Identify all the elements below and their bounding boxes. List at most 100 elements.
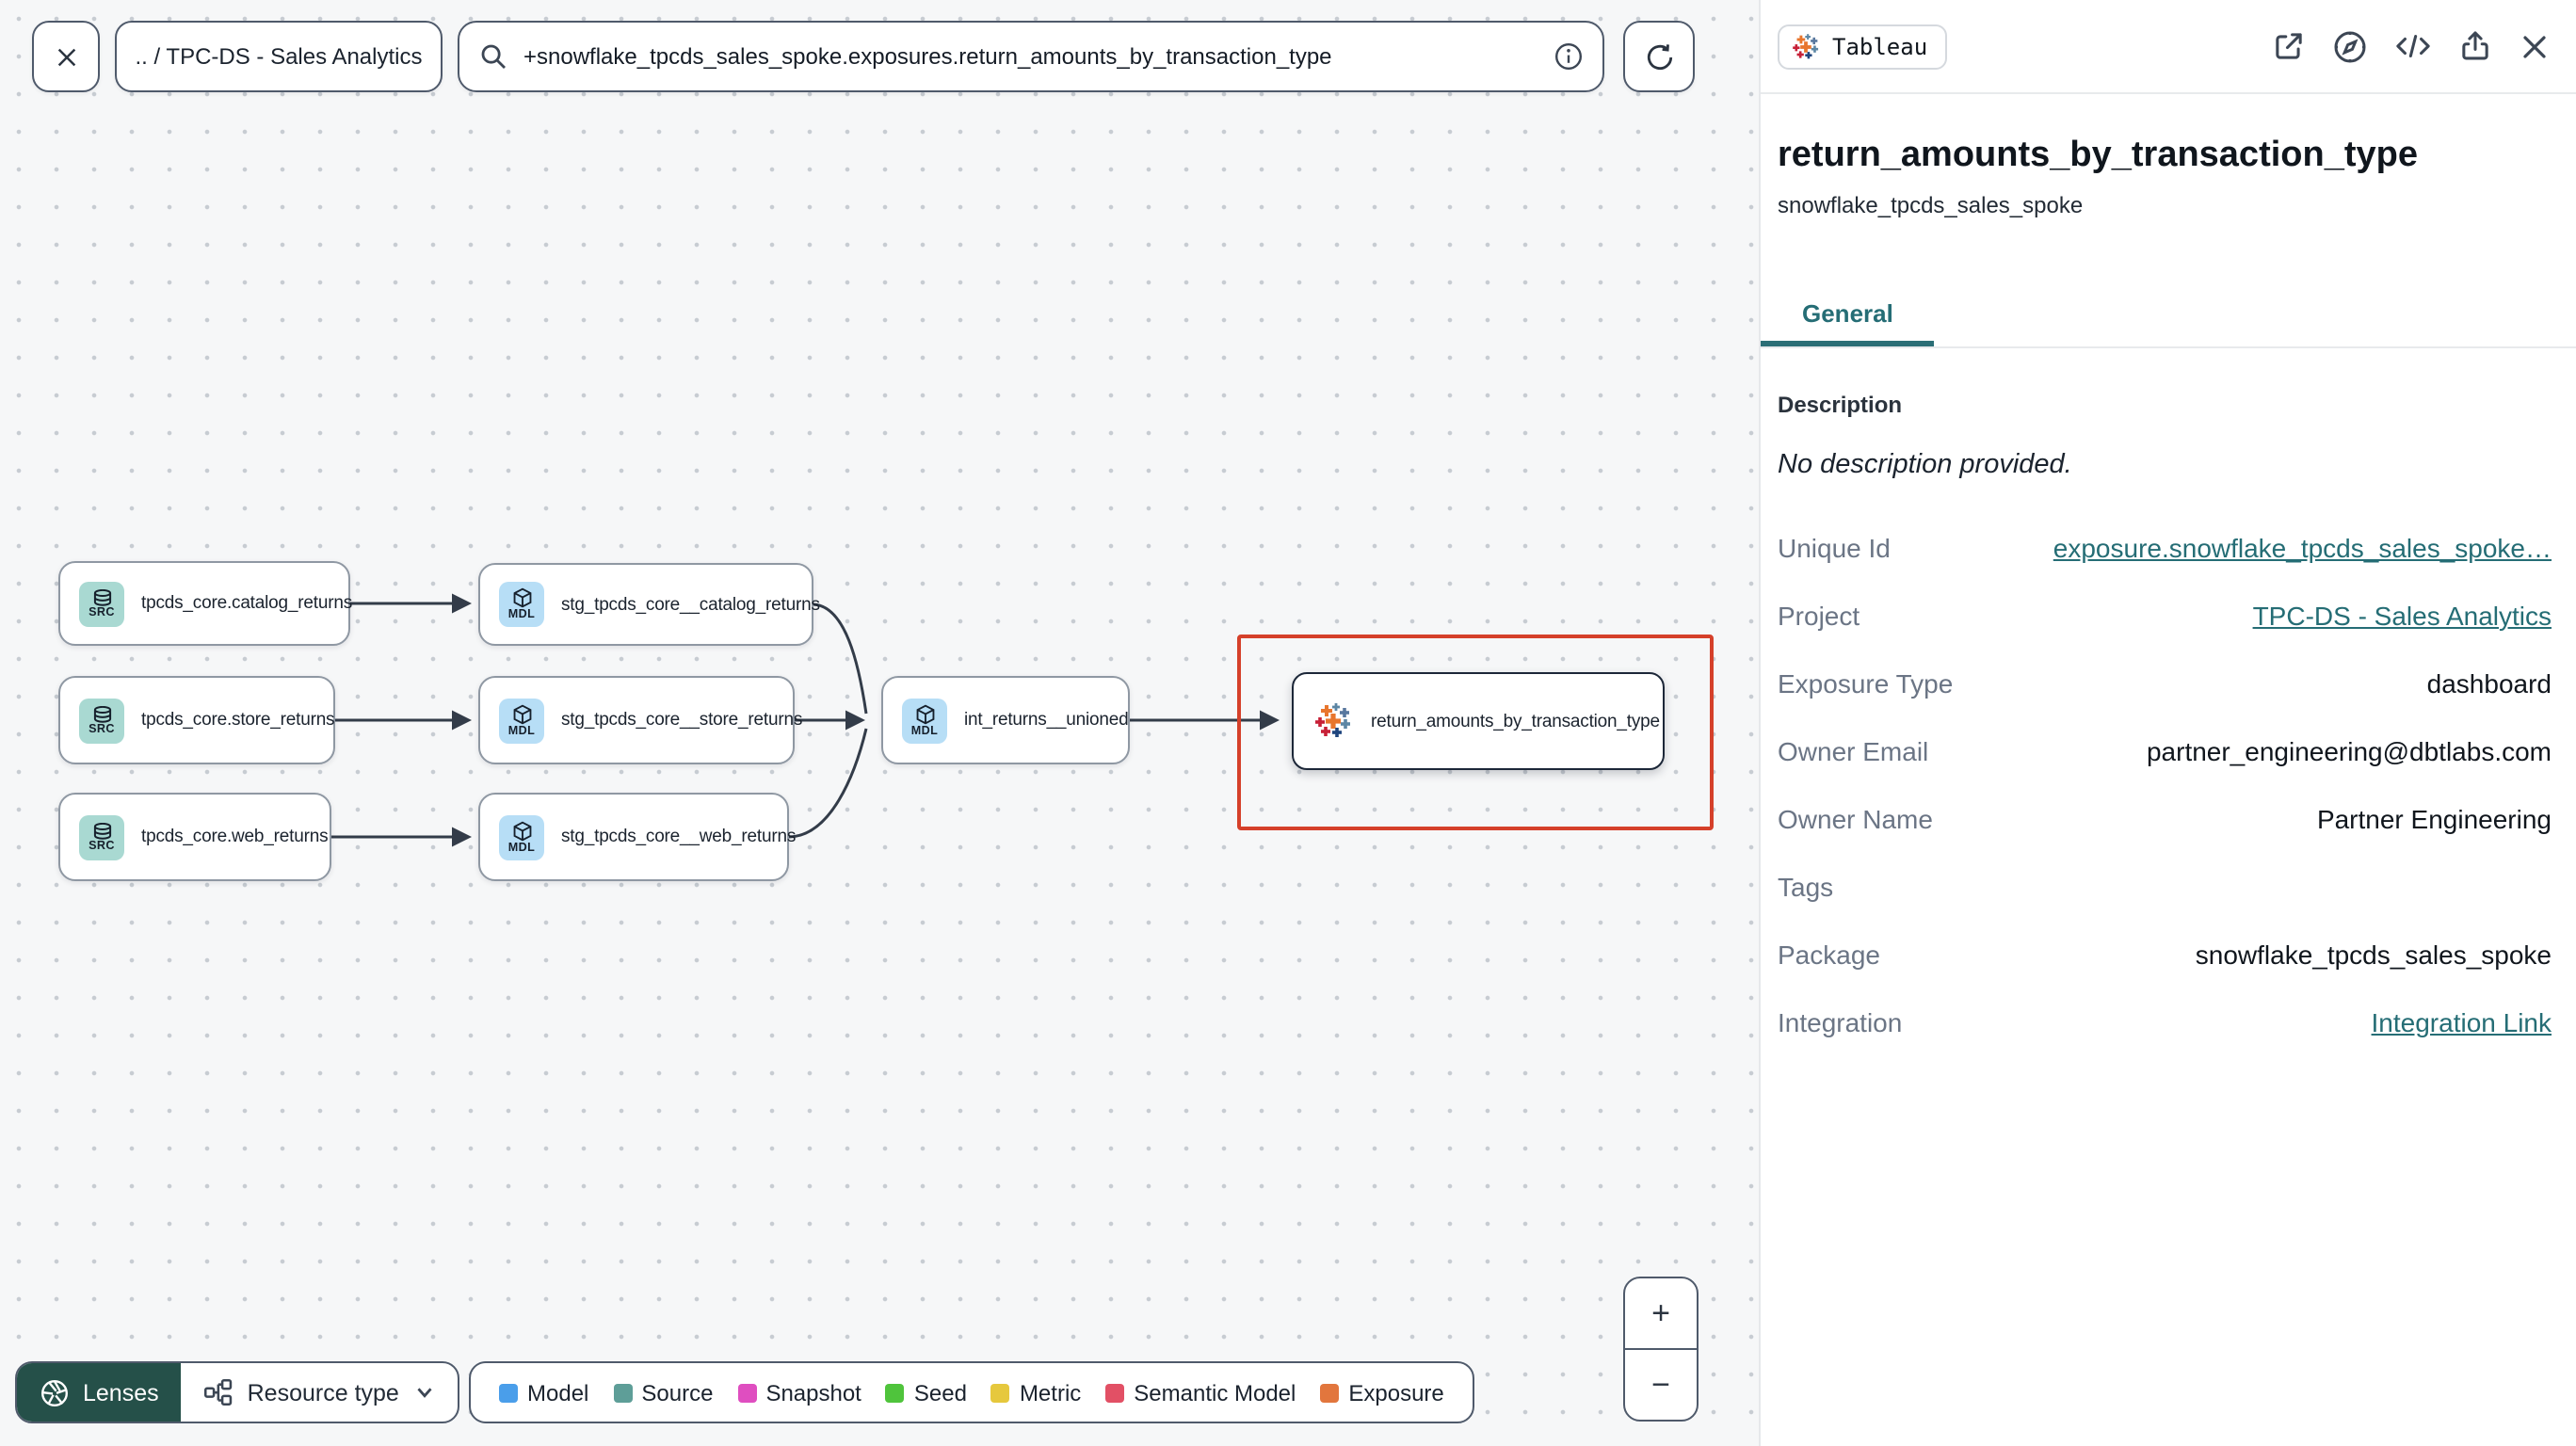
refresh-icon	[1646, 43, 1672, 70]
legend-item-metric: Metric	[990, 1379, 1081, 1406]
database-icon	[92, 705, 111, 722]
close-lineage-button[interactable]	[32, 21, 100, 92]
lineage-node-tpcds-core-web-returns[interactable]: SRC tpcds_core.web_returns	[58, 793, 331, 881]
legend-item-snapshot: Snapshot	[737, 1379, 861, 1406]
legend-swatch	[885, 1383, 905, 1402]
field-row-tags: Tags	[1778, 872, 1834, 902]
panel-tabs: General	[1761, 284, 2576, 348]
close-icon	[56, 47, 75, 66]
hierarchy-icon	[204, 1378, 233, 1406]
share-icon[interactable]	[2457, 28, 2493, 64]
node-label: tpcds_core.store_returns	[141, 710, 335, 731]
lineage-node-tpcds-core-catalog-returns[interactable]: SRC tpcds_core.catalog_returns	[58, 561, 352, 646]
owner-name-value: Partner Engineering	[2316, 804, 2552, 834]
details-panel: Tableau return_amounts_by_transaction_ty…	[1759, 0, 2576, 1446]
zoom-in-button[interactable]: +	[1625, 1278, 1697, 1350]
edge-stgcatalog-to-int	[813, 602, 868, 715]
cube-icon	[915, 703, 934, 724]
resource-type-label: Resource type	[247, 1379, 399, 1406]
badge-label: MDL	[507, 724, 536, 737]
legend-swatch	[737, 1383, 757, 1402]
field-row-owner-email: Owner Email partner_engineering@dbtlabs.…	[1778, 736, 2552, 766]
description-heading: Description	[1778, 392, 1903, 418]
node-label: tpcds_core.catalog_returns	[141, 593, 352, 614]
lineage-canvas[interactable]: SRC tpcds_core.catalog_returns SRC tpcds…	[0, 0, 1759, 1446]
project-link[interactable]: TPC-DS - Sales Analytics	[2253, 601, 2552, 631]
lenses-button[interactable]: Lenses	[17, 1363, 182, 1422]
tableau-icon	[1315, 703, 1350, 737]
lineage-node-int-returns-unioned[interactable]: MDL int_returns__unioned	[881, 676, 1130, 764]
database-icon	[92, 588, 111, 605]
model-badge: MDL	[902, 698, 947, 743]
cube-icon	[512, 703, 531, 724]
legend-item-semantic-model: Semantic Model	[1105, 1379, 1296, 1406]
panel-title: return_amounts_by_transaction_type	[1778, 136, 2418, 175]
unique-id-link[interactable]: exposure.snowflake_tpcds_sales_spoke…	[2053, 533, 2552, 563]
resource-type-dropdown[interactable]: Resource type	[182, 1363, 458, 1422]
model-badge: MDL	[499, 814, 544, 860]
panel-header: Tableau	[1761, 0, 2576, 92]
field-row-package: Package snowflake_tpcds_sales_spoke	[1778, 940, 2552, 970]
field-row-exposure-type: Exposure Type dashboard	[1778, 668, 2552, 699]
cube-icon	[512, 820, 531, 841]
open-in-new-icon[interactable]	[2271, 28, 2307, 64]
breadcrumb-label: .. / TPC-DS - Sales Analytics	[135, 43, 423, 70]
tab-general[interactable]: General	[1761, 284, 1935, 346]
legend-swatch	[1105, 1383, 1125, 1402]
source-badge: SRC	[79, 814, 124, 860]
integration-link[interactable]: Integration Link	[2372, 1007, 2552, 1037]
legend-swatch	[499, 1383, 518, 1402]
lens-aperture-icon	[40, 1378, 69, 1406]
source-badge: SRC	[79, 581, 124, 626]
source-badge: SRC	[79, 698, 124, 743]
breadcrumb[interactable]: .. / TPC-DS - Sales Analytics	[115, 21, 443, 92]
legend-item-exposure: Exposure	[1320, 1379, 1444, 1406]
legend-item-model: Model	[499, 1379, 588, 1406]
tableau-badge[interactable]: Tableau	[1778, 24, 1947, 69]
node-label: tpcds_core.web_returns	[141, 827, 329, 847]
badge-label: MDL	[507, 841, 536, 854]
node-label: stg_tpcds_core__catalog_returns	[561, 594, 820, 615]
field-row-project: Project TPC-DS - Sales Analytics	[1778, 601, 2552, 631]
search-value: +snowflake_tpcds_sales_spoke.exposures.r…	[523, 43, 1332, 70]
field-row-owner-name: Owner Name Partner Engineering	[1778, 804, 2552, 834]
metadata-fields: Unique Id exposure.snowflake_tpcds_sales…	[1778, 514, 2552, 1056]
tableau-icon	[1793, 33, 1819, 58]
description-empty-text: No description provided.	[1778, 450, 2072, 480]
model-badge: MDL	[499, 582, 544, 627]
badge-label: MDL	[507, 608, 536, 621]
zoom-control: + −	[1623, 1277, 1699, 1422]
badge-label: SRC	[89, 722, 115, 735]
edge-stgweb-to-int	[788, 728, 868, 839]
node-label: stg_tpcds_core__store_returns	[561, 710, 803, 731]
refresh-lineage-button[interactable]	[1623, 21, 1695, 92]
lineage-node-return-amounts-by-transaction-type[interactable]: return_amounts_by_transaction_type	[1292, 672, 1665, 770]
panel-header-actions	[2271, 27, 2552, 65]
badge-label: SRC	[89, 605, 115, 619]
lineage-node-stg-tpcds-core-store-returns[interactable]: MDL stg_tpcds_core__store_returns	[478, 676, 802, 764]
info-icon[interactable]	[1554, 41, 1584, 72]
database-icon	[92, 822, 111, 839]
search-icon	[481, 44, 506, 69]
code-icon[interactable]	[2393, 28, 2433, 64]
node-label: stg_tpcds_core__web_returns	[561, 827, 797, 847]
legend-swatch	[613, 1383, 633, 1402]
zoom-out-button[interactable]: −	[1625, 1350, 1697, 1420]
resource-type-legend: Model Source Snapshot Seed Metric Semant…	[469, 1361, 1474, 1423]
legend-item-seed: Seed	[885, 1379, 967, 1406]
explore-compass-icon[interactable]	[2331, 27, 2369, 65]
field-row-integration: Integration Integration Link	[1778, 1007, 2552, 1037]
lineage-node-stg-tpcds-core-catalog-returns[interactable]: MDL stg_tpcds_core__catalog_returns	[478, 563, 820, 646]
lineage-node-tpcds-core-store-returns[interactable]: SRC tpcds_core.store_returns	[58, 676, 335, 764]
badge-label: MDL	[910, 724, 939, 737]
close-panel-icon[interactable]	[2518, 29, 2552, 63]
integration-badge-label: Tableau	[1832, 33, 1928, 59]
lineage-node-stg-tpcds-core-web-returns[interactable]: MDL stg_tpcds_core__web_returns	[478, 793, 796, 881]
lineage-search-input[interactable]: +snowflake_tpcds_sales_spoke.exposures.r…	[458, 21, 1604, 92]
badge-label: SRC	[89, 839, 115, 852]
legend-swatch	[990, 1383, 1010, 1402]
model-badge: MDL	[499, 698, 544, 743]
legend-swatch	[1320, 1383, 1340, 1402]
lenses-label: Lenses	[83, 1379, 159, 1406]
cube-icon	[512, 587, 531, 608]
